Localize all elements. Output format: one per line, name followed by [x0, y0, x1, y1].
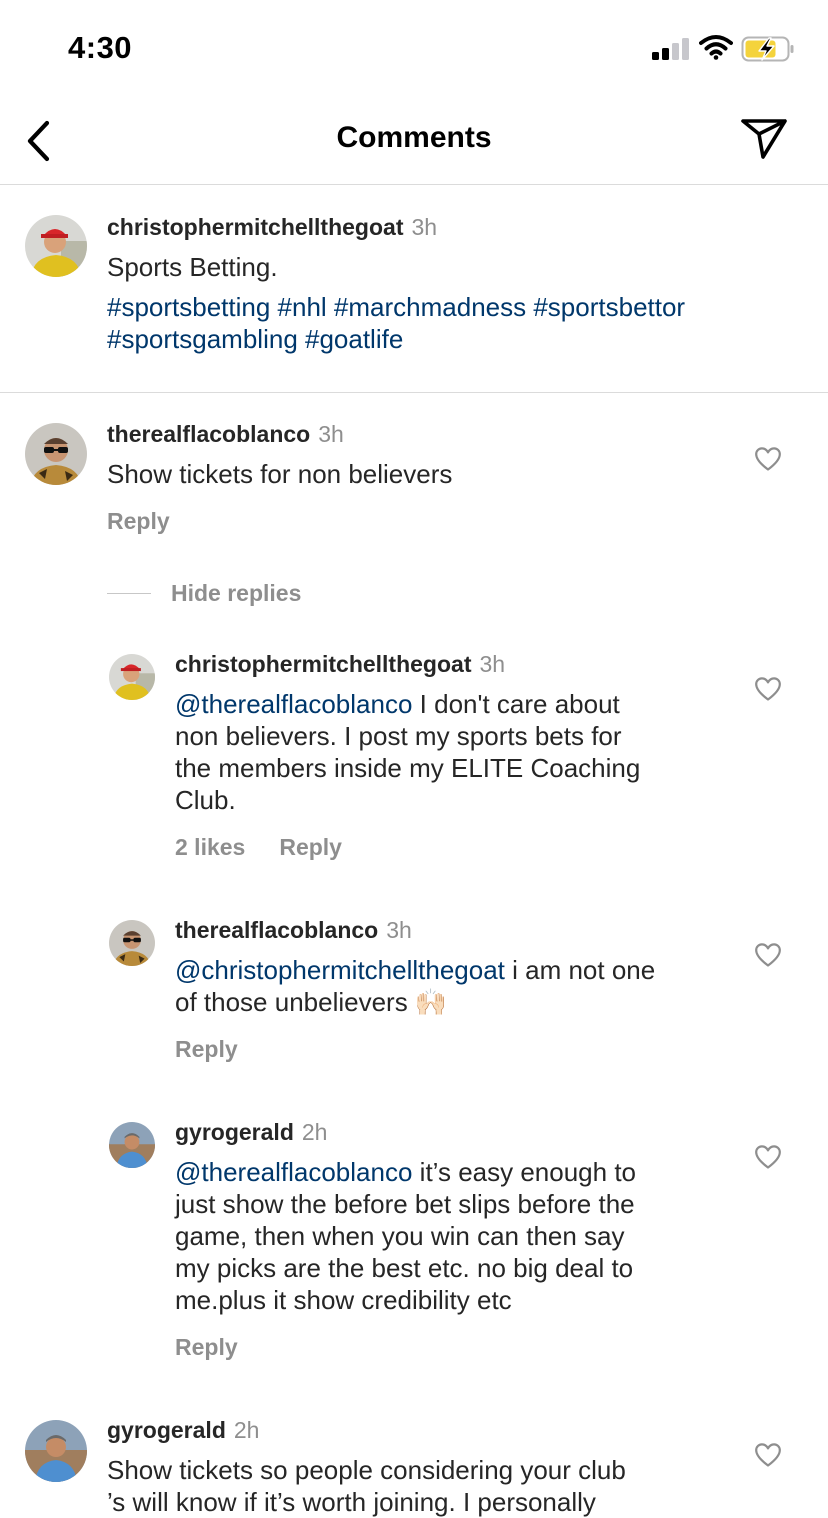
avatar-image: [109, 1122, 155, 1168]
comment-username[interactable]: gyrogerald: [107, 1417, 226, 1443]
avatar[interactable]: [109, 920, 155, 966]
avatar[interactable]: [25, 215, 87, 277]
comment-timestamp: 2h: [233, 1417, 260, 1443]
comment-author[interactable]: gyrogerald 2h: [107, 1417, 259, 1444]
avatar-image: [25, 1420, 87, 1482]
reply-actions: Reply: [175, 1334, 238, 1361]
avatar[interactable]: [109, 1122, 155, 1168]
avatar-image: [109, 920, 155, 966]
heart-icon[interactable]: [754, 1144, 782, 1170]
comment-text: Show tickets so people considering your …: [107, 1454, 626, 1518]
caption-username[interactable]: christophermitchellthegoat: [107, 214, 403, 240]
wifi-icon: [699, 35, 733, 60]
reply-button[interactable]: Reply: [279, 834, 342, 860]
reply-text-line: just show the before bet slips before th…: [175, 1189, 635, 1219]
header-divider: [0, 184, 828, 185]
page-title: Comments: [336, 121, 492, 154]
reply-text-line: the members inside my ELITE Coaching: [175, 753, 641, 783]
reply-author[interactable]: therealflacoblanco 3h: [175, 917, 412, 944]
likes-count[interactable]: 2 likes: [175, 834, 245, 860]
status-time: 4:30: [68, 30, 133, 65]
send-icon[interactable]: [738, 114, 790, 164]
reply-text: @therealflacoblanco it’s easy enough to …: [175, 1156, 636, 1316]
avatar-image: [25, 215, 87, 277]
caption-timestamp: 3h: [411, 214, 438, 240]
reply-text-line: of those unbelievers 🙌🏻: [175, 987, 448, 1017]
reply-button[interactable]: Reply: [175, 1334, 238, 1360]
comment-actions: Reply: [107, 508, 170, 535]
reply-username[interactable]: christophermitchellthegoat: [175, 651, 471, 677]
reply-text-line: game, then when you win can then say: [175, 1221, 625, 1251]
reply-author[interactable]: christophermitchellthegoat 3h: [175, 651, 505, 678]
reply-username[interactable]: therealflacoblanco: [175, 917, 378, 943]
caption-divider: [0, 392, 828, 393]
reply-author[interactable]: gyrogerald 2h: [175, 1119, 327, 1146]
reply-actions: 2 likes Reply: [175, 834, 342, 861]
comment-text-line: Show tickets so people considering your …: [107, 1455, 626, 1485]
comment-text-line: ’s will know if it’s worth joining. I pe…: [107, 1487, 596, 1517]
reply-timestamp: 2h: [301, 1119, 328, 1145]
reply-timestamp: 3h: [386, 917, 412, 943]
reply-text: @christophermitchellthegoat i am not one…: [175, 954, 655, 1018]
reply-text-line: non believers. I post my sports bets for: [175, 721, 622, 751]
avatar-image: [25, 423, 87, 485]
reply-text-line: I don't care about: [412, 689, 620, 719]
cellular-signal-icon: [652, 38, 690, 60]
comment-timestamp: 3h: [318, 421, 344, 447]
avatar-image: [109, 654, 155, 700]
caption-hashtags-line1[interactable]: #sportsbetting #nhl #marchmadness #sport…: [107, 291, 685, 323]
reply-text-line: my picks are the best etc. no big deal t…: [175, 1253, 634, 1283]
caption-author[interactable]: christophermitchellthegoat 3h: [107, 214, 437, 241]
battery-charging-icon: [741, 36, 794, 62]
reply-button[interactable]: Reply: [175, 1036, 238, 1062]
avatar[interactable]: [109, 654, 155, 700]
reply-text-line: me.plus it show credibility etc: [175, 1285, 512, 1315]
avatar[interactable]: [25, 423, 87, 485]
reply-text-line: Club.: [175, 785, 236, 815]
comment-username[interactable]: therealflacoblanco: [107, 421, 310, 447]
mention-link[interactable]: @therealflacoblanco: [175, 1157, 412, 1187]
avatar[interactable]: [25, 1420, 87, 1482]
heart-icon[interactable]: [754, 446, 782, 472]
reply-button[interactable]: Reply: [107, 508, 170, 534]
reply-text: @therealflacoblanco I don't care about n…: [175, 688, 640, 816]
hide-replies-button[interactable]: Hide replies: [171, 580, 301, 607]
mention-link[interactable]: @christophermitchellthegoat: [175, 955, 505, 985]
comment-text: Show tickets for non believers: [107, 459, 453, 489]
replies-divider-line: [107, 593, 151, 594]
caption-hashtags-line2[interactable]: #sportsgambling #goatlife: [107, 323, 403, 355]
heart-icon[interactable]: [754, 1442, 782, 1468]
reply-username[interactable]: gyrogerald: [175, 1119, 294, 1145]
reply-actions: Reply: [175, 1036, 238, 1063]
reply-timestamp: 3h: [479, 651, 506, 677]
caption-text: Sports Betting.: [107, 252, 278, 282]
heart-icon[interactable]: [754, 676, 782, 702]
reply-text-line: it’s easy enough to: [412, 1157, 637, 1187]
reply-text-line: i am not one: [504, 955, 656, 985]
heart-icon[interactable]: [754, 942, 782, 968]
comment-author[interactable]: therealflacoblanco 3h: [107, 421, 344, 448]
mention-link[interactable]: @therealflacoblanco: [175, 689, 412, 719]
